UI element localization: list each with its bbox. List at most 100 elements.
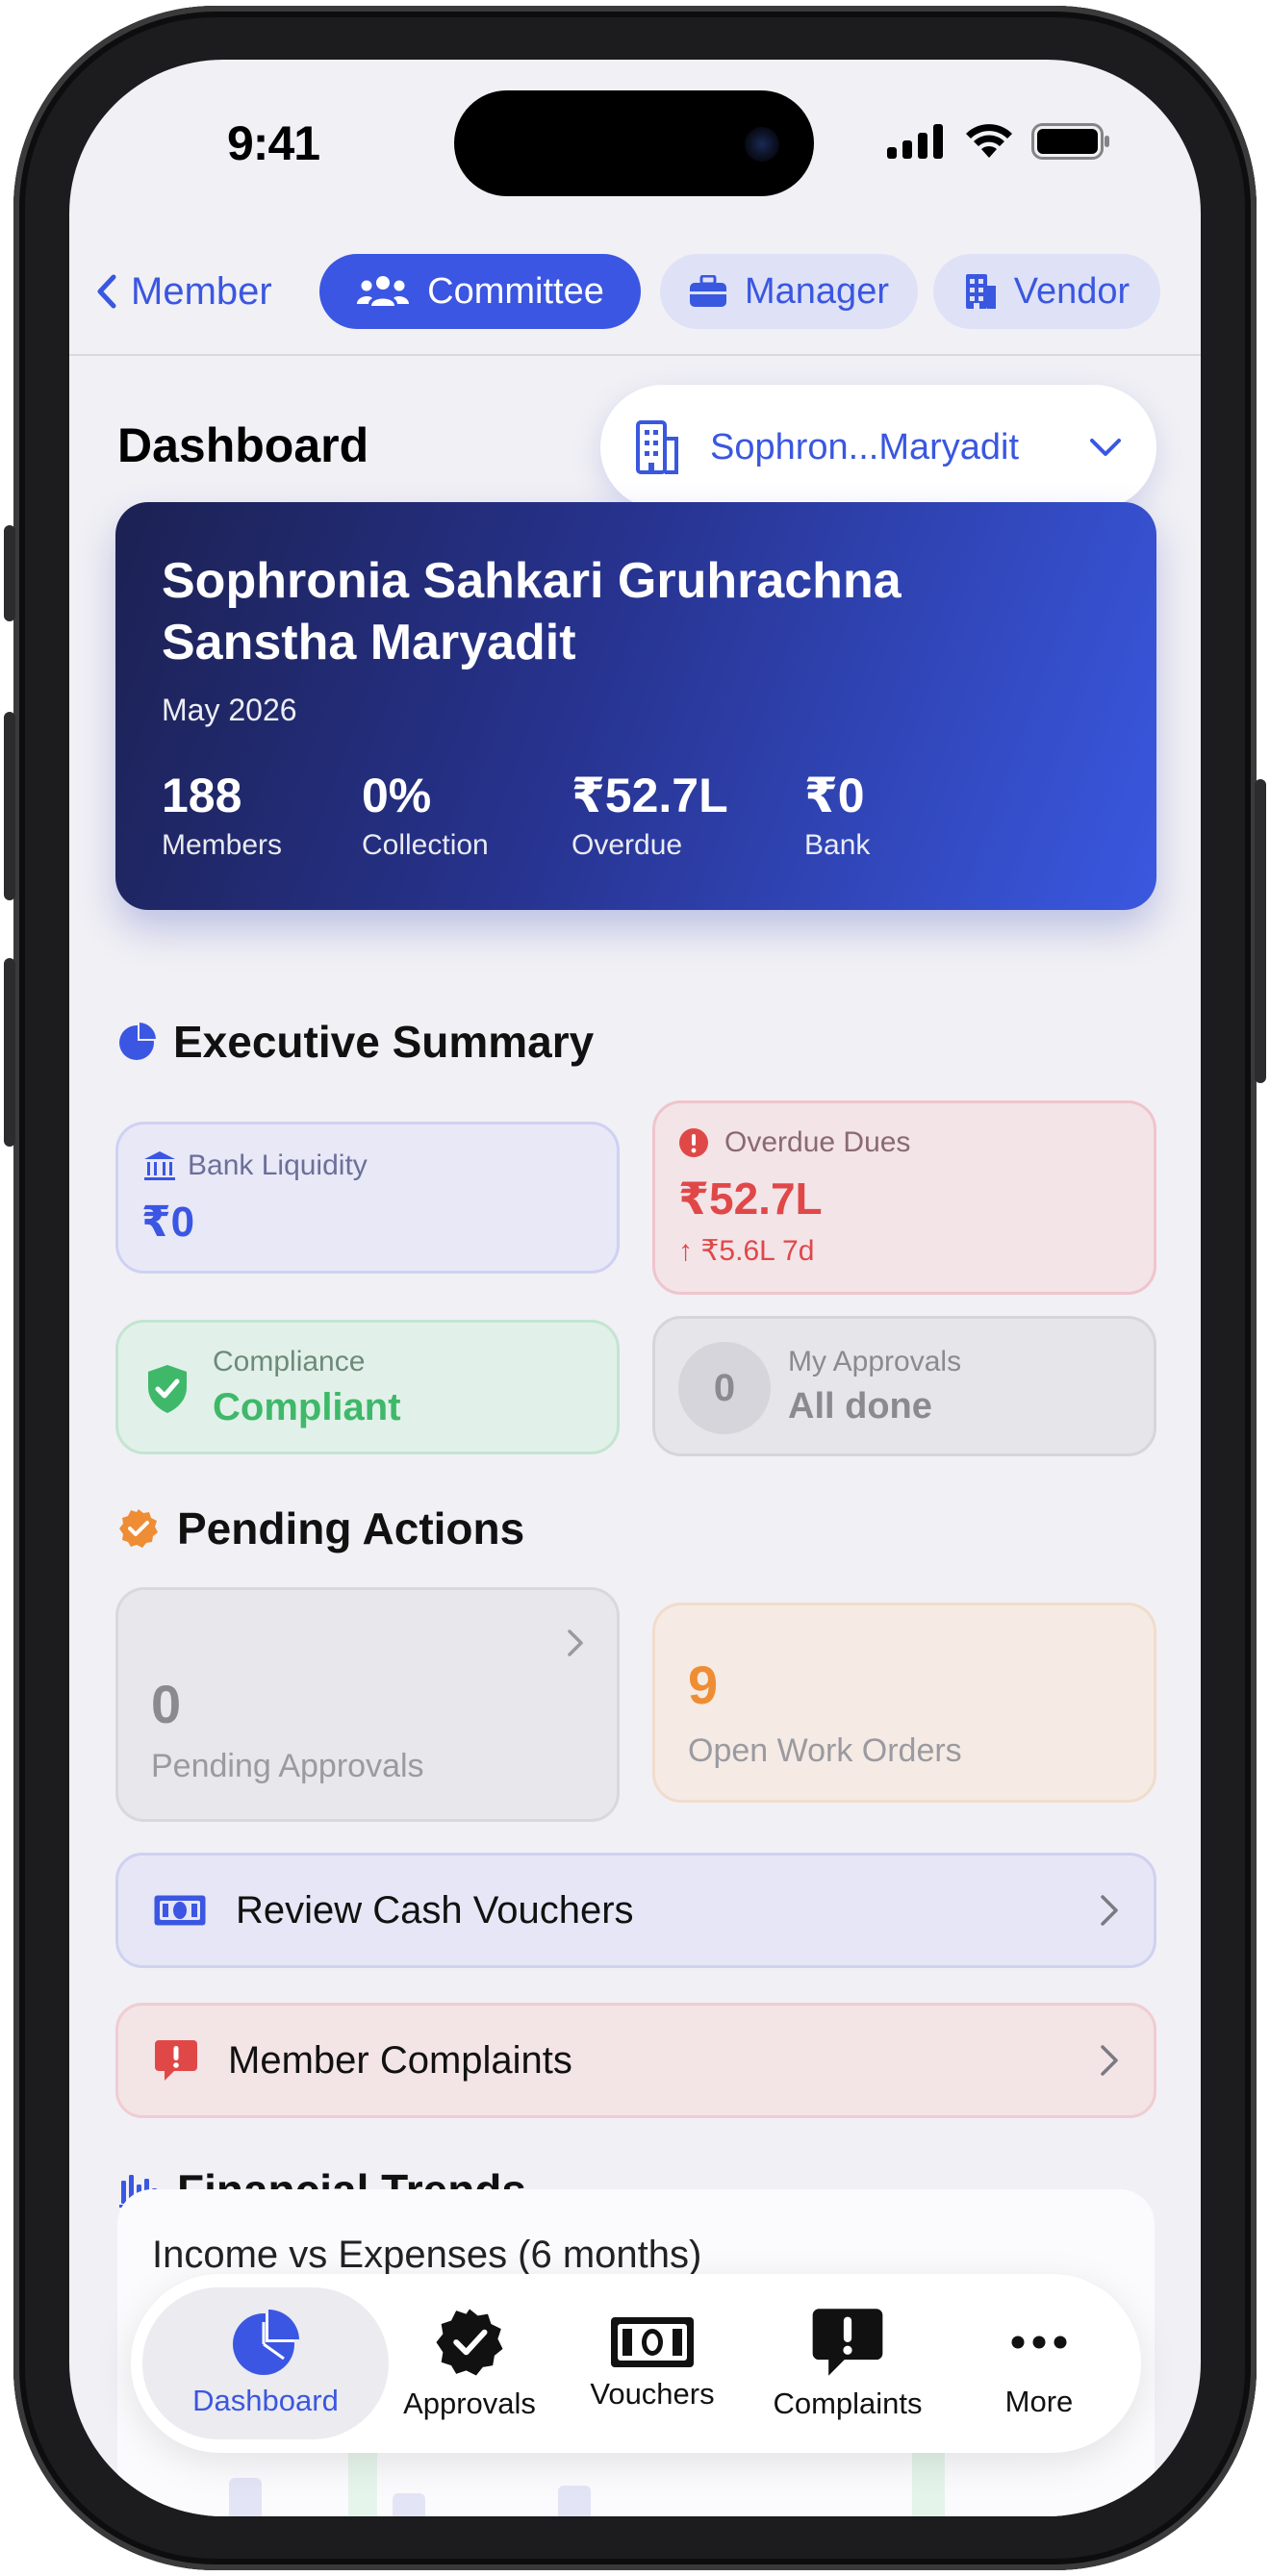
chevron-right-icon	[1101, 2045, 1118, 2076]
member-complaints-row[interactable]: Member Complaints	[115, 2003, 1156, 2118]
pending-actions-heading: Pending Actions	[117, 1503, 524, 1554]
stat-value: ₹0	[804, 769, 865, 822]
banknote-icon	[611, 2317, 694, 2367]
building-icon	[636, 420, 678, 474]
role-tabs: Member Committee Manager Vendor	[69, 254, 1201, 335]
tab-committee-label: Committee	[427, 270, 604, 312]
society-name: Sophronia Sahkari Gruhrachna Sanstha Mar…	[162, 553, 902, 670]
tab-more[interactable]: More	[962, 2274, 1116, 2453]
checkmark-seal-icon	[436, 2309, 503, 2376]
tabs-divider	[69, 354, 1201, 356]
building-icon	[965, 274, 996, 309]
tab-label: Dashboard	[192, 2384, 339, 2417]
stat-label: Bank	[804, 829, 871, 861]
app-screen: 9:41 Member Committee Manager Vendor Das…	[69, 60, 1201, 2516]
exclamation-bubble-icon	[155, 2040, 197, 2081]
ellipsis-icon	[1011, 2336, 1067, 2349]
volume-down-button	[4, 958, 15, 1147]
back-button[interactable]: Member	[96, 254, 272, 329]
section-title-text: Executive Summary	[173, 1017, 595, 1067]
signal-icon	[887, 124, 943, 159]
bottom-tab-bar: Dashboard Approvals Vouchers Complaints …	[131, 2274, 1141, 2453]
checkmark-seal-icon	[119, 1509, 158, 1548]
stat-collection: 0% Collection	[362, 768, 500, 862]
approvals-count-badge: 0	[678, 1342, 771, 1434]
tab-label: More	[1004, 2385, 1074, 2418]
shield-check-icon	[148, 1365, 187, 1413]
chart-bar	[229, 2478, 262, 2516]
chart-bar	[393, 2493, 425, 2516]
battery-icon	[1031, 123, 1109, 160]
row-label: Review Cash Vouchers	[236, 1888, 634, 1932]
tab-manager[interactable]: Manager	[660, 254, 918, 329]
tab-dashboard[interactable]: Dashboard	[142, 2274, 389, 2453]
tab-label: Vouchers	[590, 2377, 715, 2411]
pie-chart-icon	[119, 1023, 156, 1060]
status-time: 9:41	[227, 116, 320, 170]
dynamic-island	[454, 90, 814, 196]
banknote-icon	[154, 1895, 206, 1926]
society-summary-card: Sophronia Sahkari Gruhrachna Sanstha Mar…	[115, 502, 1156, 910]
chevron-right-icon	[568, 1629, 583, 1656]
briefcase-icon	[690, 275, 726, 307]
chevron-down-icon	[1090, 439, 1121, 456]
tab-label: Complaints	[773, 2387, 923, 2420]
people-icon	[357, 276, 410, 306]
bank-liquidity-card[interactable]: Bank Liquidity ₹0	[115, 1122, 620, 1274]
my-approvals-card[interactable]: 0 My Approvals All done	[652, 1316, 1156, 1456]
stat-label: Collection	[362, 829, 489, 861]
chart-bar	[558, 2486, 591, 2516]
tab-vendor[interactable]: Vendor	[933, 254, 1160, 329]
tab-approvals[interactable]: Approvals	[393, 2274, 546, 2453]
page-title: Dashboard	[117, 418, 369, 472]
work-orders-count: 9	[688, 1654, 719, 1715]
chevron-right-icon	[1101, 1895, 1118, 1926]
row-label: Member Complaints	[228, 2038, 572, 2082]
overdue-dues-card[interactable]: Overdue Dues ₹52.7L ↑ ₹5.6L 7d	[652, 1100, 1156, 1295]
stat-label: Overdue	[572, 829, 683, 861]
card-value: Compliant	[213, 1386, 401, 1428]
volume-up-button	[4, 712, 15, 900]
period-label: May 2026	[162, 693, 297, 727]
power-button	[1255, 779, 1266, 1083]
card-label: Compliance	[213, 1346, 366, 1377]
action-button	[4, 525, 15, 621]
chart-title: Income vs Expenses (6 months)	[152, 2234, 702, 2276]
overdue-delta: ↑ ₹5.6L 7d	[678, 1235, 815, 1267]
open-work-orders-card[interactable]: 9 Open Work Orders	[652, 1603, 1156, 1803]
tab-manager-label: Manager	[745, 270, 889, 312]
bank-icon	[144, 1151, 175, 1180]
back-label: Member	[131, 269, 272, 313]
pie-chart-icon	[233, 2310, 299, 2375]
pending-approvals-card[interactable]: 0 Pending Approvals	[115, 1587, 620, 1822]
stat-bank: ₹0 Bank	[804, 768, 891, 862]
executive-summary-heading: Executive Summary	[117, 1016, 594, 1068]
chevron-left-icon	[97, 274, 116, 309]
section-title-text: Pending Actions	[177, 1503, 525, 1553]
pending-approvals-label: Pending Approvals	[151, 1748, 424, 1784]
compliance-card[interactable]: Compliance Compliant	[115, 1320, 620, 1454]
tab-label: Approvals	[403, 2387, 536, 2420]
society-selector-label: Sophron...Maryadit	[710, 426, 1020, 467]
tab-committee[interactable]: Committee	[319, 254, 641, 329]
wifi-icon	[966, 124, 1012, 158]
review-cash-vouchers-row[interactable]: Review Cash Vouchers	[115, 1853, 1156, 1968]
hero-stats: 188 Members 0% Collection ₹52.7L Overdue…	[162, 768, 962, 862]
card-value: All done	[788, 1386, 932, 1427]
tab-vouchers[interactable]: Vouchers	[560, 2274, 745, 2453]
card-label: Overdue Dues	[724, 1126, 911, 1158]
exclamation-circle-icon	[679, 1128, 708, 1157]
tab-vendor-label: Vendor	[1013, 270, 1130, 312]
stat-value: ₹52.7L	[572, 769, 728, 822]
society-selector[interactable]: Sophron...Maryadit	[600, 385, 1156, 510]
stat-overdue: ₹52.7L Overdue	[572, 768, 733, 862]
stat-value: 0%	[362, 769, 432, 822]
exclamation-bubble-icon	[812, 2309, 883, 2376]
tab-complaints[interactable]: Complaints	[756, 2274, 939, 2453]
stat-label: Members	[162, 829, 283, 861]
card-value: ₹0	[141, 1199, 195, 1246]
stat-members: 188 Members	[162, 768, 291, 862]
status-icons	[887, 123, 1110, 160]
card-label: My Approvals	[788, 1346, 962, 1377]
work-orders-label: Open Work Orders	[688, 1732, 962, 1769]
